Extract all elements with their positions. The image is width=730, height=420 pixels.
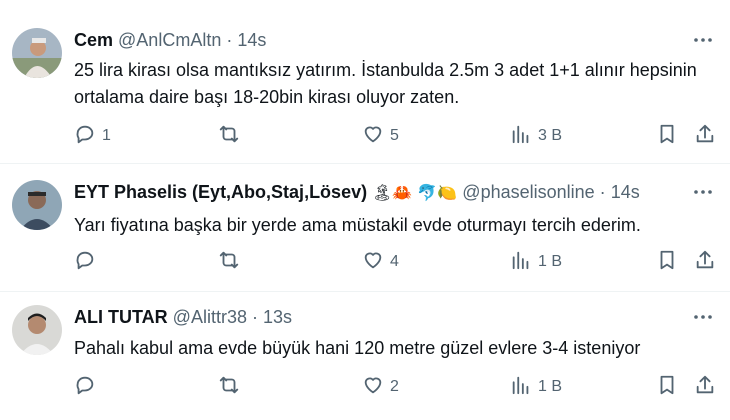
retweet-icon [218, 249, 240, 276]
bookmark-icon [656, 374, 678, 401]
reply-button[interactable] [74, 249, 102, 275]
tweet[interactable]: ALI TUTAR @Alittr38 · 13s Pahalı kabul a… [0, 305, 730, 415]
like-count: 4 [390, 253, 399, 270]
reply-icon [74, 249, 96, 276]
views-icon [510, 374, 532, 401]
tweet-actions: 1 5 3 B [74, 123, 720, 149]
like-count: 2 [390, 378, 399, 395]
author-name[interactable]: EYT Phaselis (Eyt,Abo,Staj,Lösev) [74, 182, 367, 202]
avatar[interactable] [12, 305, 62, 355]
divider [0, 291, 730, 292]
views-icon [510, 123, 532, 150]
views-icon [510, 249, 532, 276]
author-handle[interactable]: @phaselisonline [462, 182, 594, 202]
bookmark-icon [656, 249, 678, 276]
separator: · [251, 307, 258, 327]
heart-icon [362, 249, 384, 276]
views-button[interactable]: 1 B [510, 374, 562, 400]
retweet-button[interactable] [218, 123, 246, 149]
retweet-icon [218, 123, 240, 150]
divider [0, 163, 730, 164]
tweet-feed: Cem @AnlCmAltn · 14s 25 lira kirası olsa… [0, 0, 730, 420]
tweet-text: 25 lira kirası olsa mantıksız yatırım. İ… [74, 60, 697, 107]
more-icon[interactable] [690, 30, 716, 50]
views-count: 1 B [538, 253, 563, 270]
tweet-text: Yarı fiyatına başka bir yerde ama müstak… [74, 215, 641, 235]
reply-icon [74, 374, 96, 401]
tweet-header: Cem @AnlCmAltn · 14s [74, 28, 266, 52]
tweet-actions: 4 1 B [74, 249, 720, 275]
tweet-header: EYT Phaselis (Eyt,Abo,Staj,Lösev) 🏝🦀 🐬🍋 … [74, 180, 640, 205]
views-count: 3 B [538, 127, 563, 144]
retweet-icon [218, 374, 240, 401]
bookmark-icon [656, 123, 678, 150]
author-handle[interactable]: @AnlCmAltn [118, 30, 221, 50]
reply-count: 1 [102, 127, 111, 144]
tweet-header: ALI TUTAR @Alittr38 · 13s [74, 305, 292, 329]
heart-icon [362, 123, 384, 150]
bookmark-button[interactable] [656, 374, 678, 400]
views-button[interactable]: 3 B [510, 123, 562, 149]
reply-button[interactable] [74, 374, 102, 400]
timestamp[interactable]: 13s [263, 307, 292, 327]
author-name[interactable]: Cem [74, 30, 113, 50]
separator: · [226, 30, 233, 50]
like-count: 5 [390, 127, 399, 144]
share-icon [694, 123, 716, 150]
author-name[interactable]: ALI TUTAR [74, 307, 168, 327]
author-handle[interactable]: @Alittr38 [173, 307, 247, 327]
bookmark-button[interactable] [656, 249, 678, 275]
retweet-button[interactable] [218, 374, 246, 400]
share-icon [694, 374, 716, 401]
timestamp[interactable]: 14s [611, 182, 640, 202]
tweet[interactable]: Cem @AnlCmAltn · 14s 25 lira kirası olsa… [0, 28, 730, 158]
reply-button[interactable]: 1 [74, 123, 111, 149]
views-button[interactable]: 1 B [510, 249, 562, 275]
separator: · [599, 182, 606, 202]
retweet-button[interactable] [218, 249, 246, 275]
author-emoji: 🏝🦀 🐬🍋 [372, 183, 458, 202]
like-button[interactable]: 5 [362, 123, 399, 149]
tweet-text: Pahalı kabul ama evde büyük hani 120 met… [74, 338, 641, 358]
bookmark-button[interactable] [656, 123, 678, 149]
avatar[interactable] [12, 28, 62, 78]
timestamp[interactable]: 14s [237, 30, 266, 50]
share-button[interactable] [694, 249, 716, 275]
tweet[interactable]: EYT Phaselis (Eyt,Abo,Staj,Lösev) 🏝🦀 🐬🍋 … [0, 180, 730, 285]
share-button[interactable] [694, 123, 716, 149]
heart-icon [362, 374, 384, 401]
share-icon [694, 249, 716, 276]
share-button[interactable] [694, 374, 716, 400]
like-button[interactable]: 4 [362, 249, 399, 275]
more-icon[interactable] [690, 182, 716, 202]
tweet-actions: 2 1 B [74, 374, 720, 400]
views-count: 1 B [538, 378, 563, 395]
like-button[interactable]: 2 [362, 374, 399, 400]
more-icon[interactable] [690, 307, 716, 327]
reply-icon [74, 123, 96, 150]
avatar[interactable] [12, 180, 62, 230]
